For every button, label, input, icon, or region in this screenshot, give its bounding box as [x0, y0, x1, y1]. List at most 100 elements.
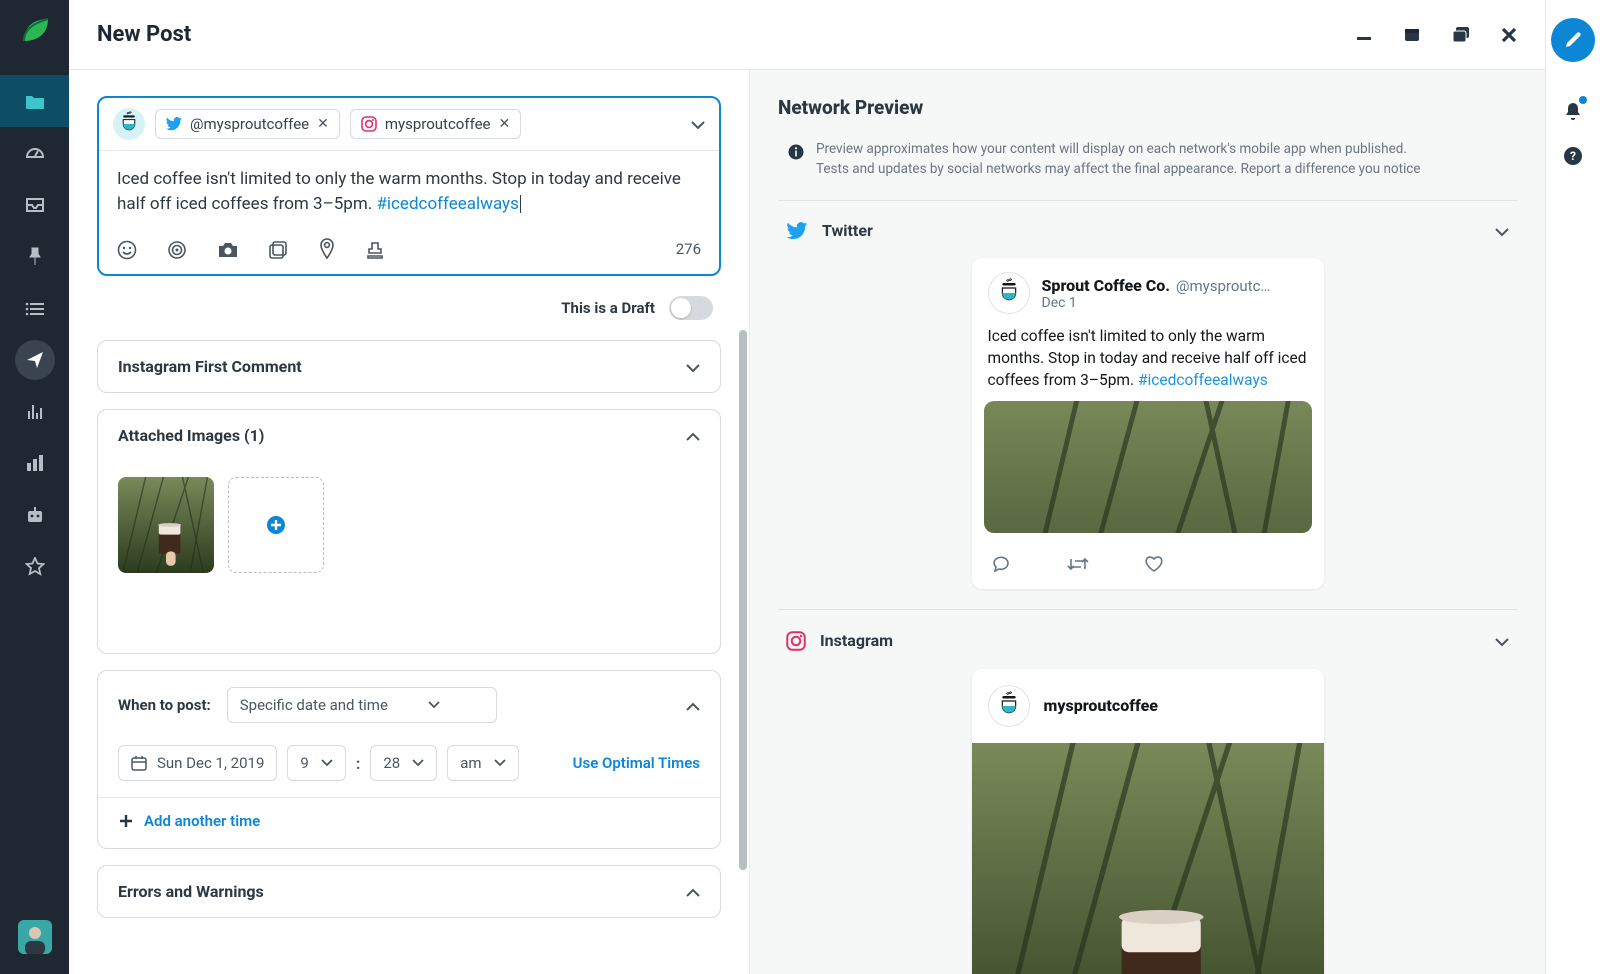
card-header[interactable]: Attached Images (1)	[98, 410, 720, 461]
add-time-row[interactable]: Add another time	[98, 797, 720, 848]
instagram-icon	[786, 630, 806, 651]
brand-avatar-icon[interactable]	[113, 108, 145, 140]
duplicate-window-icon[interactable]	[1451, 24, 1471, 45]
attached-images-card: Attached Images (1)	[97, 409, 721, 654]
nav-pin-icon[interactable]	[0, 231, 69, 283]
tw-body: Iced coffee isn't limited to only the wa…	[972, 322, 1324, 401]
twitter-post-card: Sprout Coffee Co. @mysproutc… Dec 1 Iced …	[972, 258, 1324, 589]
account-handle: @mysproutcoffee	[190, 115, 309, 133]
camera-icon[interactable]	[217, 239, 239, 259]
right-rail: ?	[1545, 0, 1600, 974]
instagram-first-comment-card: Instagram First Comment	[97, 340, 721, 393]
notifications-icon[interactable]	[1551, 90, 1595, 134]
network-header[interactable]: Twitter	[778, 221, 1517, 259]
card-header[interactable]: Errors and Warnings	[98, 866, 720, 917]
instagram-post-card: mysproutcoffee	[972, 669, 1324, 974]
card-header[interactable]: Instagram First Comment	[98, 341, 720, 392]
draft-row: This is a Draft	[97, 276, 721, 340]
nav-reports-icon[interactable]	[0, 437, 69, 489]
tw-handle: @mysproutc…	[1176, 277, 1270, 295]
page-title: New Post	[97, 22, 191, 47]
nav-inbox-icon[interactable]	[0, 179, 69, 231]
time-colon: :	[356, 754, 361, 773]
nav-star-icon[interactable]	[0, 541, 69, 593]
nav-dashboard-icon[interactable]	[0, 127, 69, 179]
help-icon[interactable]: ?	[1551, 134, 1595, 178]
chevron-down-icon	[686, 357, 700, 376]
nav-send-icon[interactable]	[15, 340, 55, 380]
remove-chip-icon[interactable]: ✕	[317, 116, 329, 132]
nav-list-icon[interactable]	[0, 283, 69, 335]
account-chip-instagram[interactable]: mysproutcoffee ✕	[350, 109, 521, 139]
svg-text:?: ?	[1570, 149, 1576, 163]
minute-select[interactable]: 28	[370, 745, 437, 781]
left-nav-rail	[0, 0, 69, 974]
info-icon	[788, 140, 804, 180]
ig-name: mysproutcoffee	[1044, 696, 1158, 715]
use-optimal-times-link[interactable]: Use Optimal Times	[573, 754, 700, 772]
compose-pane: @mysproutcoffee ✕ mysproutcoffee ✕ Iced …	[69, 70, 749, 974]
twitter-icon	[166, 117, 182, 131]
account-handle: mysproutcoffee	[385, 115, 491, 133]
library-icon[interactable]	[269, 239, 289, 260]
chevron-up-icon[interactable]	[686, 696, 700, 715]
when-to-post-card: When to post: Specific date and time Sun…	[97, 670, 721, 849]
add-image-button[interactable]	[228, 477, 324, 573]
emoji-icon[interactable]	[117, 239, 137, 260]
ampm-select[interactable]: am	[447, 745, 518, 781]
brand-avatar-icon	[988, 685, 1030, 727]
brand-avatar-icon	[988, 272, 1030, 314]
chevron-down-icon	[428, 701, 440, 709]
preview-title: Network Preview	[778, 96, 1517, 119]
twitter-preview-section: Twitter Sprout Coffee Co. @mysproutc… Dec…	[778, 201, 1517, 611]
nav-bot-icon[interactable]	[0, 489, 69, 541]
datetime-row: Sun Dec 1, 2019 9 : 28 am Use Optimal Ti…	[98, 739, 720, 797]
stamp-icon[interactable]	[365, 239, 385, 260]
nav-feeds-icon[interactable]	[0, 385, 69, 437]
when-row: When to post: Specific date and time	[98, 671, 720, 739]
nav-folder-icon[interactable]	[0, 75, 69, 127]
twitter-icon	[786, 221, 808, 241]
minimize-icon[interactable]	[1355, 24, 1373, 45]
attachment-thumbs	[98, 461, 720, 653]
ig-image	[972, 743, 1324, 974]
calendar-icon	[131, 755, 147, 771]
date-picker[interactable]: Sun Dec 1, 2019	[118, 745, 277, 781]
target-icon[interactable]	[167, 239, 187, 260]
close-icon[interactable]	[1501, 24, 1517, 45]
tw-date: Dec 1	[1042, 295, 1271, 311]
add-time-label: Add another time	[144, 812, 260, 830]
chevron-up-icon	[686, 426, 700, 445]
retweet-icon[interactable]	[1066, 553, 1090, 573]
like-icon[interactable]	[1144, 553, 1164, 573]
errors-card: Errors and Warnings	[97, 865, 721, 918]
reply-icon[interactable]	[992, 553, 1012, 573]
plus-icon	[118, 813, 134, 829]
draft-toggle[interactable]	[669, 296, 713, 320]
instagram-icon	[361, 116, 377, 132]
network-header[interactable]: Instagram	[778, 630, 1517, 669]
scrollbar[interactable]	[739, 330, 747, 870]
schedule-mode-select[interactable]: Specific date and time	[227, 687, 497, 723]
compose-fab-icon[interactable]	[1551, 18, 1595, 62]
account-chip-row: @mysproutcoffee ✕ mysproutcoffee ✕	[99, 98, 719, 151]
draft-label: This is a Draft	[561, 299, 655, 317]
tw-image	[984, 401, 1312, 533]
app-logo-icon	[20, 15, 50, 45]
tw-actions	[972, 543, 1324, 589]
image-thumb[interactable]	[118, 477, 214, 573]
tw-name: Sprout Coffee Co.	[1042, 276, 1171, 295]
location-icon[interactable]	[319, 238, 335, 260]
remove-chip-icon[interactable]: ✕	[499, 116, 511, 132]
account-chip-twitter[interactable]: @mysproutcoffee ✕	[155, 109, 340, 139]
preview-note: Preview approximates how your content wi…	[778, 133, 1517, 201]
hour-select[interactable]: 9	[287, 745, 345, 781]
when-label: When to post:	[118, 696, 211, 714]
single-window-icon[interactable]	[1403, 24, 1421, 45]
account-dropdown-icon[interactable]	[691, 115, 705, 134]
compose-text[interactable]: Iced coffee isn't limited to only the wa…	[99, 151, 719, 228]
window-controls	[1355, 24, 1517, 45]
user-avatar[interactable]	[18, 920, 52, 954]
char-count: 276	[676, 240, 701, 258]
main-split: @mysproutcoffee ✕ mysproutcoffee ✕ Iced …	[69, 70, 1545, 974]
